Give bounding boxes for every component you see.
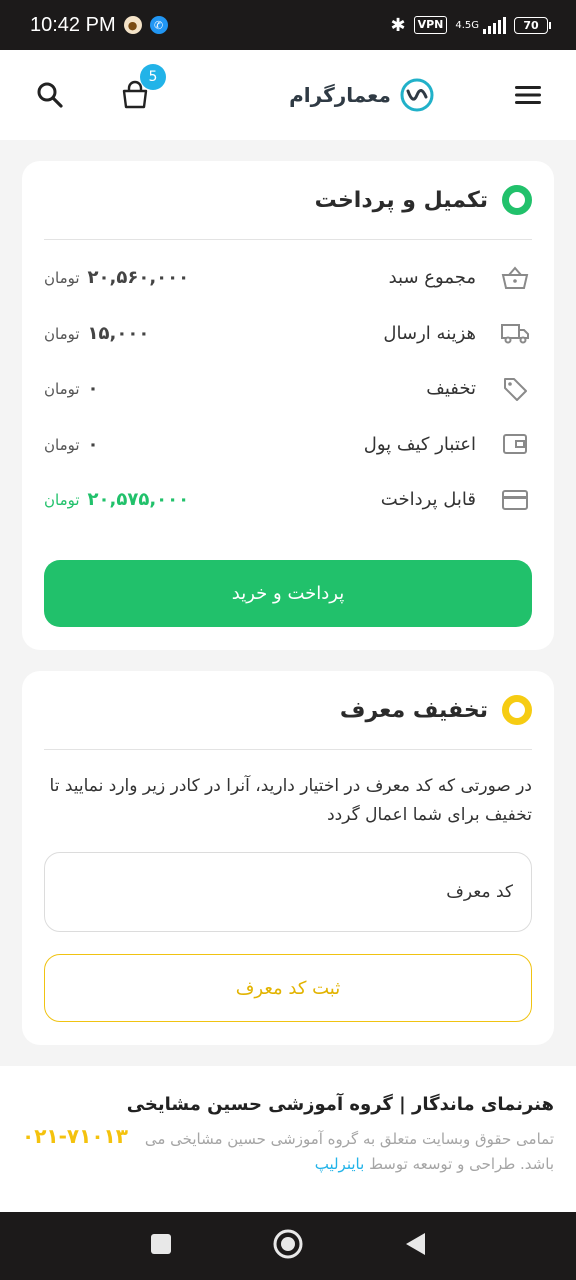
row-unit: تومان [44, 435, 80, 454]
checkout-title: تکمیل و پرداخت [314, 187, 488, 213]
status-bar: 10:42 PM ● ✆ ✱ VPN 4.5G 70 [0, 0, 576, 50]
cart-count-badge: 5 [140, 64, 166, 90]
notification-app-icon: ● [123, 16, 142, 34]
summary-row-discount: تخفیف ۰ تومان [44, 361, 532, 417]
summary-row-wallet-credit: اعتبار کیف پول ۰ تومان [44, 417, 532, 473]
checkout-card: تکمیل و پرداخت مجموع سبد ۲۰,۵۶۰,۰۰۰ توما… [22, 161, 554, 650]
row-amount: ۲۰,۵۷۵,۰۰۰ [87, 489, 190, 511]
menu-button[interactable] [514, 83, 542, 107]
search-button[interactable] [36, 81, 64, 109]
row-unit: تومان [44, 269, 80, 288]
footer-title: هنرنمای ماندگار | گروه آموزشی حسین مشایخ… [126, 1094, 554, 1115]
footer-copyright: تمامی حقوق وبسایت متعلق به گروه آموزشی ح… [134, 1127, 554, 1177]
back-triangle-icon [405, 1233, 425, 1255]
checkout-summary-list: مجموع سبد ۲۰,۵۶۰,۰۰۰ تومان هزینه ارسال ۱… [22, 240, 554, 528]
network-type: 4.5G [455, 19, 479, 31]
brand-name: معمارگرام [289, 83, 391, 107]
referral-title: تخفیف معرف [339, 697, 488, 723]
wallet-icon [498, 432, 532, 456]
referral-code-input[interactable] [44, 852, 532, 932]
row-unit: تومان [44, 324, 80, 343]
row-label: تخفیف [426, 378, 476, 400]
row-amount: ۲۰,۵۶۰,۰۰۰ [87, 267, 190, 289]
battery-level: 70 [523, 18, 539, 32]
pay-and-buy-button[interactable]: پرداخت و خرید [44, 560, 532, 627]
square-icon [151, 1234, 172, 1254]
row-unit: تومان [44, 380, 80, 399]
home-button[interactable] [272, 1228, 304, 1264]
brand-logo[interactable]: معمارگرام [289, 77, 435, 113]
search-icon [37, 82, 63, 108]
battery-icon: 70 [514, 16, 551, 34]
section-status-ring [502, 695, 532, 725]
summary-row-payable: قابل پرداخت ۲۰,۵۷۵,۰۰۰ تومان [44, 472, 532, 528]
app-header: 5 معمارگرام [0, 50, 576, 140]
home-circle-icon [273, 1229, 303, 1259]
row-label: قابل پرداخت [380, 489, 476, 511]
brand-logo-icon [400, 78, 434, 112]
cart-button[interactable]: 5 [120, 64, 166, 110]
vpn-badge: VPN [413, 16, 448, 34]
status-time: 10:42 PM [30, 13, 116, 36]
phone-call-icon: ✆ [149, 16, 168, 34]
referral-description: در صورتی که کد معرف در اختیار دارید، آنر… [49, 776, 532, 825]
row-label: اعتبار کیف پول [363, 433, 476, 455]
tag-icon [498, 375, 532, 403]
section-status-ring [502, 185, 532, 215]
truck-icon [498, 321, 532, 345]
site-footer: هنرنمای ماندگار | گروه آموزشی حسین مشایخ… [0, 1066, 576, 1212]
summary-row-shipping: هزینه ارسال ۱۵,۰۰۰ تومان [44, 306, 532, 362]
footer-phone[interactable]: ۰۲۱-۷۱۰۱۳ [22, 1124, 128, 1148]
row-amount: ۰ [87, 378, 99, 400]
referral-card: تخفیف معرف در صورتی که کد معرف در اختیار… [22, 671, 554, 1045]
summary-row-cart-total: مجموع سبد ۲۰,۵۶۰,۰۰۰ تومان [44, 250, 532, 306]
recents-button[interactable] [149, 1232, 173, 1260]
system-nav-bar [0, 1212, 576, 1280]
row-label: هزینه ارسال [383, 322, 476, 344]
row-label: مجموع سبد [388, 267, 476, 289]
hamburger-menu-icon [514, 86, 541, 104]
submit-referral-button[interactable]: ثبت کد معرف [44, 954, 532, 1022]
row-amount: ۰ [87, 433, 99, 455]
row-unit: تومان [44, 491, 80, 510]
signal-icon [483, 16, 506, 34]
row-amount: ۱۵,۰۰۰ [87, 322, 150, 344]
basket-icon [498, 265, 532, 291]
bluetooth-icon: ✱ [390, 14, 406, 36]
credit-card-icon [498, 489, 532, 511]
back-button[interactable] [403, 1231, 427, 1261]
developer-link[interactable]: باینرلیپ [315, 1155, 365, 1173]
